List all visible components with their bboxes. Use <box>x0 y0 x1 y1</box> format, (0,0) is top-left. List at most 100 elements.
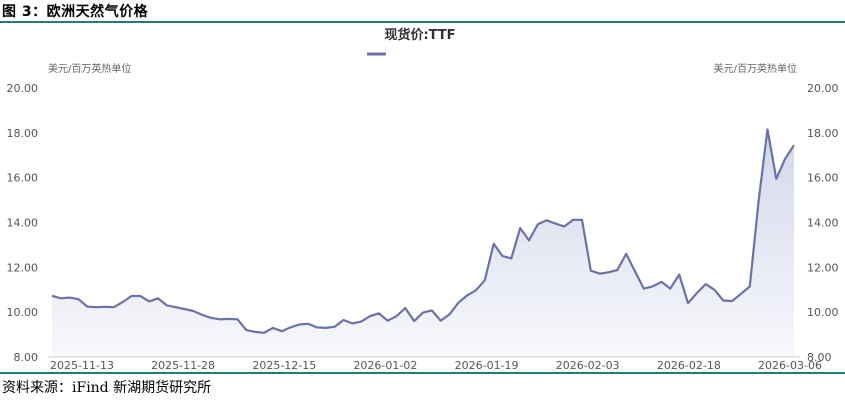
series-point <box>77 298 79 300</box>
series-point <box>298 323 300 325</box>
series-point <box>652 285 654 287</box>
series-point <box>660 281 662 283</box>
series-point <box>784 157 786 159</box>
y-tick-right: 20.00 <box>807 82 839 95</box>
series-point <box>395 315 397 317</box>
series-point <box>69 296 71 298</box>
y-tick-left: 10.00 <box>7 306 39 319</box>
series-point <box>581 219 583 221</box>
series-point <box>731 300 733 302</box>
series-point <box>599 272 601 274</box>
source-note: 资料来源：iFind 新湖期货研究所 <box>2 380 212 396</box>
y-tick-left: 14.00 <box>7 217 39 230</box>
series-point <box>201 314 203 316</box>
series-point <box>616 269 618 271</box>
series-point <box>713 289 715 291</box>
y-tick-left: 12.00 <box>7 261 39 274</box>
series-point <box>722 299 724 301</box>
series-point <box>528 239 530 241</box>
series-point <box>86 305 88 307</box>
x-tick-label: 2026-01-19 <box>455 359 519 372</box>
series-point <box>678 273 680 275</box>
series-point <box>466 294 468 296</box>
series-point <box>705 283 707 285</box>
x-tick-label: 2026-03-06 <box>758 359 822 372</box>
y-tick-right: 12.00 <box>807 261 839 274</box>
series-point <box>139 295 141 297</box>
series-point <box>643 287 645 289</box>
x-tick-label: 2025-11-28 <box>151 359 215 372</box>
series-point <box>281 330 283 332</box>
y-tick-right: 10.00 <box>807 306 839 319</box>
series-point <box>554 222 556 224</box>
y-tick-right: 14.00 <box>807 217 839 230</box>
series-point <box>572 219 574 221</box>
series-point <box>413 320 415 322</box>
series-point <box>334 326 336 328</box>
series-point <box>122 301 124 303</box>
series-point <box>175 306 177 308</box>
series-point <box>387 320 389 322</box>
y-unit-right: 美元/百万英热单位 <box>714 62 797 75</box>
x-tick-label: 2026-02-03 <box>556 359 620 372</box>
series-point <box>475 289 477 291</box>
series-point <box>307 323 309 325</box>
series-point <box>775 178 777 180</box>
series-point <box>758 199 760 201</box>
series-point <box>607 271 609 273</box>
series-point <box>431 309 433 311</box>
series-point <box>236 318 238 320</box>
series-point <box>289 326 291 328</box>
series-point <box>325 327 327 329</box>
series-point <box>183 308 185 310</box>
series-point <box>696 292 698 294</box>
series-point <box>484 279 486 281</box>
y-axis-left: 8.00 10.00 12.00 14.00 16.00 18.00 20.00 <box>7 82 39 364</box>
series-point <box>537 223 539 225</box>
x-tick-label: 2025-11-13 <box>50 359 114 372</box>
chart-title: 现货价:TTF <box>384 27 455 43</box>
series-point <box>563 225 565 227</box>
x-axis: 2025-11-13 2025-11-28 2025-12-15 2026-01-02… <box>50 359 822 372</box>
series-point <box>219 318 221 320</box>
y-tick-right: 16.00 <box>807 172 839 185</box>
series-point <box>634 270 636 272</box>
series-point <box>766 128 768 130</box>
bottom-rule <box>0 372 845 374</box>
series-point <box>510 257 512 259</box>
y-tick-left: 18.00 <box>7 127 39 140</box>
y-axis-right: 8.0010.0012.0014.0016.0018.0020.00 <box>807 82 839 364</box>
series-point <box>51 295 53 297</box>
series-point <box>254 331 256 333</box>
series-point <box>457 302 459 304</box>
series-point <box>316 326 318 328</box>
series-point <box>378 312 380 314</box>
series-point <box>440 320 442 322</box>
series-point <box>669 287 671 289</box>
y-tick-right: 18.00 <box>807 127 839 140</box>
ttf-price-chart: 现货价:TTF 美元/百万英热单位 美元/百万英热单位 8.00 10.00 12.… <box>7 27 839 372</box>
series-point <box>95 306 97 308</box>
series-point <box>192 310 194 312</box>
series-point <box>501 255 503 257</box>
series-point <box>263 332 265 334</box>
series-point <box>493 243 495 245</box>
series-point <box>360 320 362 322</box>
series-point <box>625 253 627 255</box>
series-point <box>104 306 106 308</box>
series-point <box>228 318 230 320</box>
series-point <box>422 311 424 313</box>
series-point <box>369 315 371 317</box>
series-point <box>157 297 159 299</box>
series-point <box>245 329 247 331</box>
y-tick-left: 8.00 <box>14 351 39 364</box>
series-point <box>448 313 450 315</box>
series-point <box>546 219 548 221</box>
figure-title: 图 3：欧洲天然气价格 <box>2 4 149 20</box>
series-point <box>687 302 689 304</box>
series-point <box>113 306 115 308</box>
series-point <box>60 297 62 299</box>
series-point <box>272 327 274 329</box>
series-point <box>740 293 742 295</box>
y-unit-left: 美元/百万英热单位 <box>48 62 131 75</box>
